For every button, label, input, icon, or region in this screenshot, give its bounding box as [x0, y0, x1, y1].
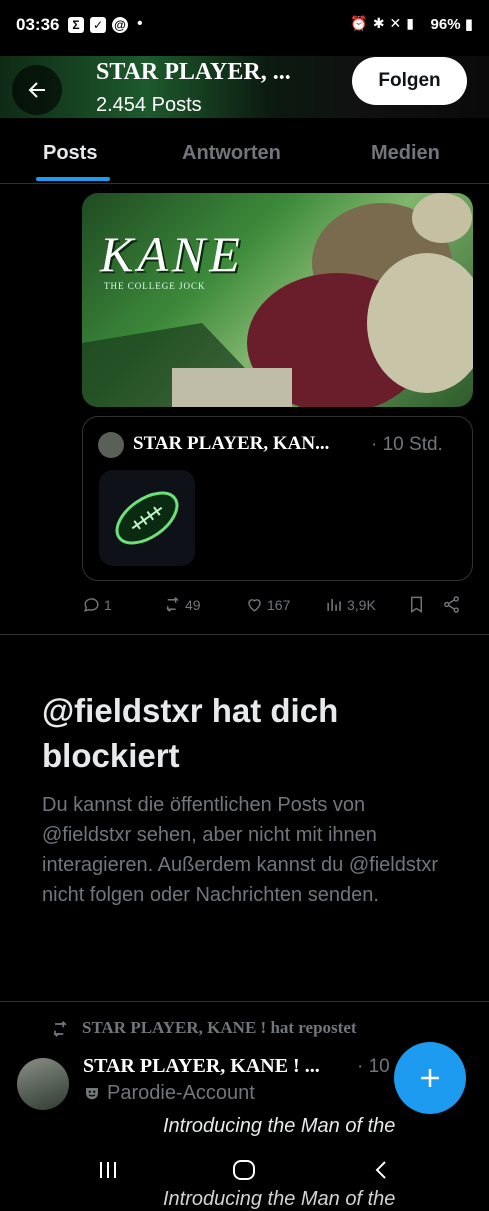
- battery-icon: ▮: [464, 16, 473, 33]
- profile-header: STAR PLAYER, ... 2.454 Posts Folgen: [0, 56, 489, 118]
- repost-icon: [166, 597, 179, 612]
- app-notification-icon: @: [112, 17, 128, 33]
- follow-button[interactable]: Folgen: [352, 57, 467, 105]
- share-icon: [444, 596, 459, 613]
- notification-icon: Σ: [68, 17, 84, 33]
- more-notifications-dot: •: [137, 15, 143, 32]
- tab-posts[interactable]: Posts: [43, 142, 97, 165]
- profile-tabs: Posts Antworten Medien: [0, 118, 489, 184]
- banner-title: KANE: [100, 226, 244, 282]
- football-icon: [115, 491, 179, 545]
- blocked-description: Du kannst die öffentlichen Posts von @fi…: [42, 794, 439, 906]
- battery-level: 96% ▮: [431, 15, 473, 33]
- repost-count: 49: [185, 596, 201, 613]
- views-icon: [327, 598, 341, 611]
- like-button[interactable]: 167: [245, 595, 290, 614]
- back-nav-icon[interactable]: [370, 1158, 394, 1182]
- mute-icon: ✕: [389, 15, 407, 31]
- quote-timestamp: · 10 Std.: [371, 434, 443, 455]
- tab-medien[interactable]: Medien: [371, 142, 440, 165]
- avatar: [98, 432, 124, 458]
- parody-badge: Parodie-Account: [83, 1082, 255, 1105]
- quote-media-thumbnail[interactable]: [99, 470, 195, 566]
- signal-icon: ▮: [406, 15, 419, 31]
- battery-text: 96%: [430, 16, 461, 33]
- share-button[interactable]: [442, 595, 461, 614]
- plus-icon: [421, 1069, 439, 1087]
- banner-subtitle: THE COLLEGE JOCK: [104, 281, 206, 291]
- bookmark-button[interactable]: [407, 595, 426, 614]
- tweet-timestamp: · 10: [357, 1056, 390, 1077]
- post-count: 2.454 Posts: [96, 94, 202, 116]
- checkbox-notification-icon: ✓: [90, 17, 106, 33]
- home-icon[interactable]: [231, 1157, 257, 1183]
- system-icons: ⏰✱✕▮: [350, 15, 419, 32]
- quoted-post[interactable]: STAR PLAYER, KAN... · 10 Std.: [82, 416, 473, 581]
- reply-icon: [83, 598, 99, 612]
- bookmark-icon: [411, 596, 422, 613]
- repost-attribution[interactable]: STAR PLAYER, KANE ! hat repostet: [82, 1018, 357, 1038]
- active-tab-indicator: [36, 177, 110, 181]
- back-button[interactable]: [12, 65, 62, 115]
- reply-button[interactable]: 1: [82, 595, 112, 614]
- recent-apps-icon[interactable]: [96, 1158, 120, 1182]
- parody-label: Parodie-Account: [107, 1082, 255, 1104]
- compose-button[interactable]: [394, 1042, 466, 1114]
- divider: [0, 1001, 489, 1002]
- views-count: 3,9K: [347, 596, 376, 613]
- arrow-left-icon: [28, 82, 45, 98]
- reply-count: 1: [104, 596, 112, 613]
- status-time: 03:36: [16, 15, 60, 34]
- heart-icon: [248, 599, 261, 612]
- repost-button[interactable]: 49: [163, 595, 201, 614]
- tweet-text: Introducing the Man of the: [163, 1115, 396, 1137]
- tweet-author[interactable]: STAR PLAYER, KANE ! ...: [83, 1055, 320, 1078]
- repost-indicator-icon: [53, 1021, 67, 1037]
- status-bar: 03:36 Σ ✓ @ • ⏰✱✕▮ 96% ▮: [0, 0, 489, 56]
- like-count: 167: [267, 596, 291, 613]
- quote-author: STAR PLAYER, KAN...: [133, 433, 330, 454]
- post-image[interactable]: KANE THE COLLEGE JOCK: [82, 193, 473, 407]
- alarm-icon: ⏰: [350, 15, 373, 31]
- profile-name: STAR PLAYER, ...: [96, 59, 291, 85]
- blocked-title: @fieldstxr hat dich blockiert: [42, 692, 339, 774]
- divider: [0, 634, 489, 635]
- theater-mask-icon: [86, 1087, 98, 1099]
- avatar[interactable]: [17, 1058, 69, 1110]
- bluetooth-icon: ✱: [372, 15, 390, 31]
- views-button[interactable]: 3,9K: [325, 595, 376, 614]
- tab-antworten[interactable]: Antworten: [182, 142, 281, 165]
